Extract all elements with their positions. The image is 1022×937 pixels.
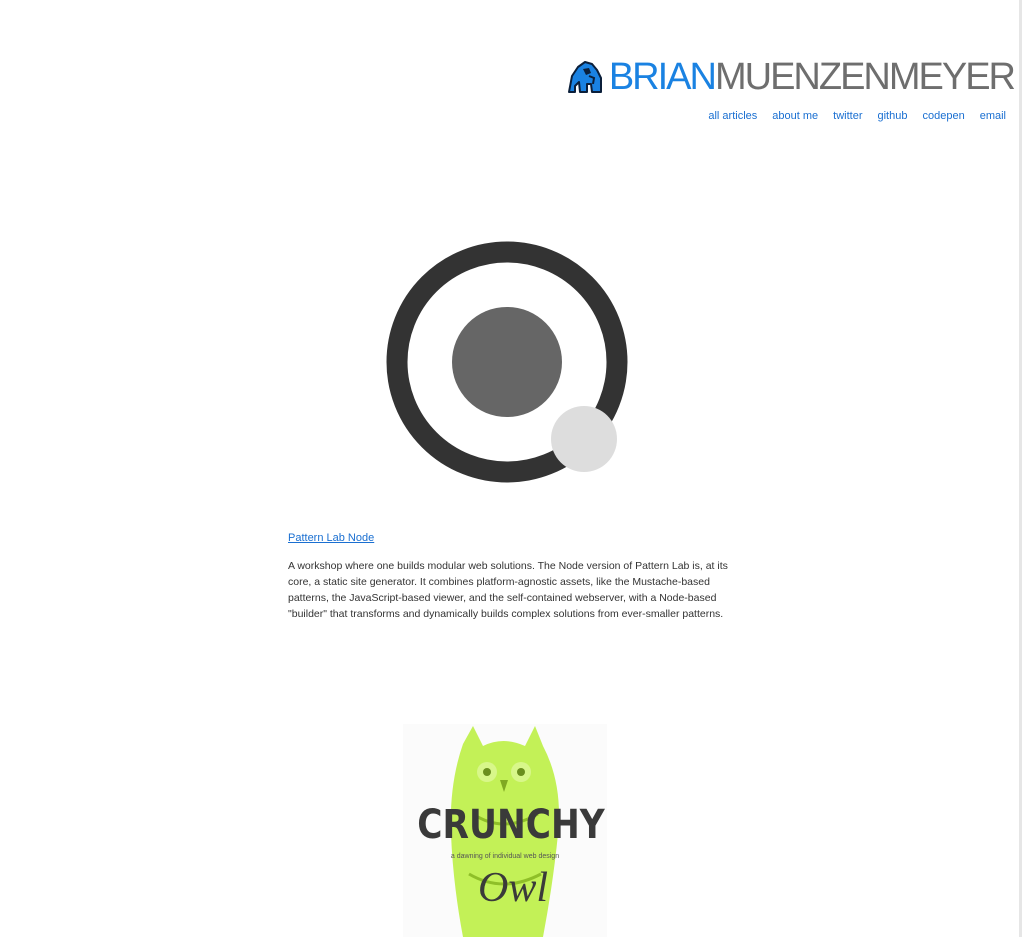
owl-logo-word: Owl xyxy=(477,865,548,911)
project-description: A workshop where one builds modular web … xyxy=(288,560,728,620)
nav-github[interactable]: github xyxy=(878,110,908,122)
brand-home-link[interactable]: BRIAN MUENZENMEYER xyxy=(567,56,1016,98)
owl-logo-title: CRUNCHY xyxy=(417,802,605,848)
nav-twitter[interactable]: twitter xyxy=(833,110,862,122)
brand-last-name: MUENZENMEYER xyxy=(714,56,1016,98)
main-nav: all articles about me twitter github cod… xyxy=(708,110,1006,122)
project-title-link[interactable]: Pattern Lab Node xyxy=(288,532,374,544)
nav-about-me[interactable]: about me xyxy=(772,110,818,122)
owl-logo-tagline: a dawning of individual web design xyxy=(450,853,560,860)
nav-all-articles[interactable]: all articles xyxy=(708,110,757,122)
crunchy-owl-image-link[interactable]: CRUNCHY a dawning of individual web desi… xyxy=(403,724,607,937)
pattern-lab-image-link[interactable] xyxy=(380,234,640,498)
nav-codepen[interactable]: codepen xyxy=(922,110,964,122)
nav-email[interactable]: email xyxy=(980,110,1006,122)
site-header: BRIAN MUENZENMEYER xyxy=(567,56,1016,98)
pattern-lab-logo-icon xyxy=(386,241,628,483)
brand-first-name: BRIAN xyxy=(608,56,717,98)
gorilla-logo-icon xyxy=(567,61,602,93)
